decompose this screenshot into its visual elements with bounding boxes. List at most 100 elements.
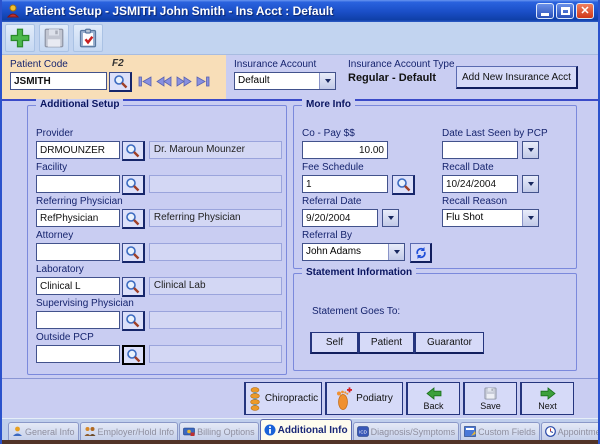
date-last-seen-dropdown-button[interactable] <box>522 141 539 159</box>
referral-date-input[interactable] <box>302 209 378 227</box>
additional-setup-title: Additional Setup <box>36 99 123 110</box>
magnifier-icon <box>125 279 140 294</box>
maximize-button[interactable] <box>556 3 574 19</box>
magnifier-icon <box>396 177 411 192</box>
magnifier-icon <box>125 177 140 192</box>
magnifier-icon <box>125 313 140 328</box>
chiropractic-button[interactable]: Chiropractic <box>244 382 322 415</box>
floppy-icon <box>484 387 497 400</box>
fee-schedule-search-button[interactable] <box>392 175 415 195</box>
date-last-seen-field: Date Last Seen by PCP <box>442 128 574 160</box>
provider-search-button[interactable] <box>122 141 145 161</box>
laboratory-input[interactable] <box>36 277 120 295</box>
referral-by-select[interactable]: John Adams <box>302 243 405 261</box>
facility-label: Facility <box>36 162 282 175</box>
dropdown-arrow-icon[interactable] <box>319 73 335 89</box>
referral-date-dropdown-button[interactable] <box>382 209 399 227</box>
referring-physician-search-button[interactable] <box>122 209 145 229</box>
referring-physician-display: Referring Physician <box>149 209 282 227</box>
tab-label: Additional Info <box>278 425 348 436</box>
tab-label: Billing Options <box>197 427 255 437</box>
nav-next-button[interactable] <box>176 76 192 87</box>
supervising-physician-field: Supervising Physician <box>36 298 282 330</box>
save-button[interactable]: Save <box>463 382 517 415</box>
patient-bar: Patient Code F2 Insurance Account Defaul… <box>2 55 598 99</box>
patient-code-input[interactable] <box>10 72 107 90</box>
provider-display: Dr. Maroun Mounzer <box>149 141 282 159</box>
dropdown-arrow-icon[interactable] <box>388 244 404 260</box>
nav-prev-button[interactable] <box>156 76 172 87</box>
outside-pcp-search-button[interactable] <box>122 345 145 365</box>
add-patient-button[interactable] <box>5 24 35 52</box>
verify-button[interactable] <box>73 24 103 52</box>
recall-date-label: Recall Date <box>442 162 574 175</box>
outside-pcp-input[interactable] <box>36 345 120 363</box>
referral-by-refresh-button[interactable] <box>410 243 432 263</box>
attorney-field: Attorney <box>36 230 282 262</box>
laboratory-label: Laboratory <box>36 264 282 277</box>
save-toolbar-button[interactable] <box>39 24 69 52</box>
tab-additional-info[interactable]: Additional Info <box>260 419 352 440</box>
tab-label: Appointments <box>558 427 600 437</box>
supervising-physician-input[interactable] <box>36 311 120 329</box>
statement-self-button[interactable]: Self <box>310 332 358 354</box>
attorney-input[interactable] <box>36 243 120 261</box>
tab-billing-options[interactable]: Billing Options <box>179 422 259 440</box>
patient-code-search-button[interactable] <box>109 72 132 92</box>
add-new-insurance-button[interactable]: Add New Insurance Acct <box>456 66 578 89</box>
appointments-icon <box>545 426 556 437</box>
tab-label: Diagnosis/Symptoms <box>371 427 456 437</box>
more-info-group: More Info Co - Pay $$ Fee Schedule <box>293 105 577 269</box>
nav-first-button[interactable] <box>138 76 152 87</box>
facility-input[interactable] <box>36 175 120 193</box>
referral-by-label: Referral By <box>302 230 438 243</box>
supervising-physician-search-button[interactable] <box>122 311 145 331</box>
add-icon <box>10 28 30 48</box>
tab-employer-hold-info[interactable]: Employer/Hold Info <box>80 422 179 440</box>
attorney-search-button[interactable] <box>122 243 145 263</box>
tab-general-info[interactable]: General Info <box>8 422 79 440</box>
next-arrow-icon <box>540 387 556 400</box>
magnifier-icon <box>125 211 140 226</box>
tab-diagnosis-symptoms[interactable]: ICD Diagnosis/Symptoms <box>353 422 460 440</box>
referring-physician-input[interactable] <box>36 209 120 227</box>
co-pay-input[interactable] <box>302 141 388 159</box>
outside-pcp-field: Outside PCP <box>36 332 282 364</box>
dropdown-arrow-icon[interactable] <box>522 210 538 226</box>
referral-by-value: John Adams <box>303 244 388 260</box>
tab-custom-fields[interactable]: Custom Fields <box>460 422 540 440</box>
referring-physician-label: Referring Physician <box>36 196 282 209</box>
fee-schedule-input[interactable] <box>302 175 388 193</box>
referral-date-field: Referral Date <box>302 196 438 228</box>
tab-appointments[interactable]: Appointments <box>541 422 600 440</box>
laboratory-search-button[interactable] <box>122 277 145 297</box>
recall-date-input[interactable] <box>442 175 518 193</box>
facility-field: Facility <box>36 162 282 194</box>
insurance-account-select[interactable]: Default <box>234 72 336 90</box>
provider-input[interactable] <box>36 141 120 159</box>
action-bar: Chiropractic Podiatry Back Save Next <box>2 378 598 418</box>
statement-info-title: Statement Information <box>302 267 416 278</box>
magnifier-icon <box>126 348 141 363</box>
fee-schedule-label: Fee Schedule <box>302 162 438 175</box>
back-arrow-icon <box>426 387 442 400</box>
diagnosis-icon: ICD <box>357 426 369 437</box>
person-icon <box>12 426 23 437</box>
statement-goes-to-label: Statement Goes To: <box>312 306 400 317</box>
window-bottom-edge <box>2 440 598 444</box>
date-last-seen-input[interactable] <box>442 141 518 159</box>
statement-patient-button[interactable]: Patient <box>358 332 414 354</box>
nav-last-button[interactable] <box>196 76 210 87</box>
magnifier-icon <box>113 74 128 89</box>
next-button[interactable]: Next <box>520 382 574 415</box>
statement-guarantor-button[interactable]: Guarantor <box>414 332 484 354</box>
close-button[interactable]: ✕ <box>576 3 594 19</box>
back-button[interactable]: Back <box>406 382 460 415</box>
facility-search-button[interactable] <box>122 175 145 195</box>
refresh-icon <box>414 246 428 260</box>
minimize-button[interactable] <box>536 3 554 19</box>
recall-date-dropdown-button[interactable] <box>522 175 539 193</box>
insurance-account-value: Default <box>235 73 319 89</box>
recall-reason-select[interactable]: Flu Shot <box>442 209 539 227</box>
podiatry-button[interactable]: Podiatry <box>325 382 403 415</box>
